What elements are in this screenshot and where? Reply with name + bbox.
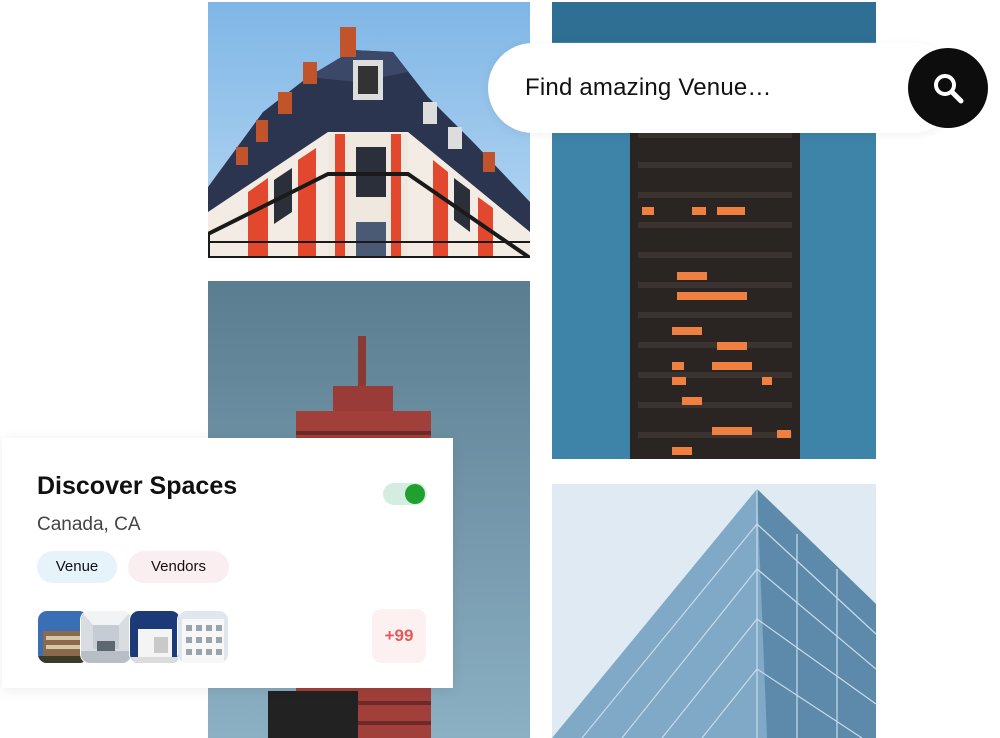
discover-spaces-card: Discover Spaces Canada, CA Venue Vendors (2, 438, 453, 688)
venue-thumbnails (37, 610, 232, 664)
thumbnail-image[interactable] (80, 610, 132, 664)
card-title: Discover Spaces (37, 472, 238, 500)
search-icon (934, 74, 964, 104)
thumbnail-image[interactable] (177, 610, 229, 664)
thumbnail-image[interactable] (129, 610, 181, 664)
card-location: Canada, CA (37, 514, 141, 535)
more-count-badge[interactable]: +99 (372, 609, 426, 663)
photo-glass-building (552, 484, 876, 738)
search-button[interactable] (908, 48, 988, 128)
discover-toggle[interactable] (383, 483, 427, 505)
toggle-knob (405, 484, 425, 504)
tag-vendors[interactable]: Vendors (128, 551, 229, 583)
search-input[interactable]: Find amazing Venue… (525, 74, 772, 102)
photo-parisian-building (208, 2, 530, 258)
tag-venue[interactable]: Venue (37, 551, 117, 583)
search-bar[interactable]: Find amazing Venue… (488, 43, 958, 133)
